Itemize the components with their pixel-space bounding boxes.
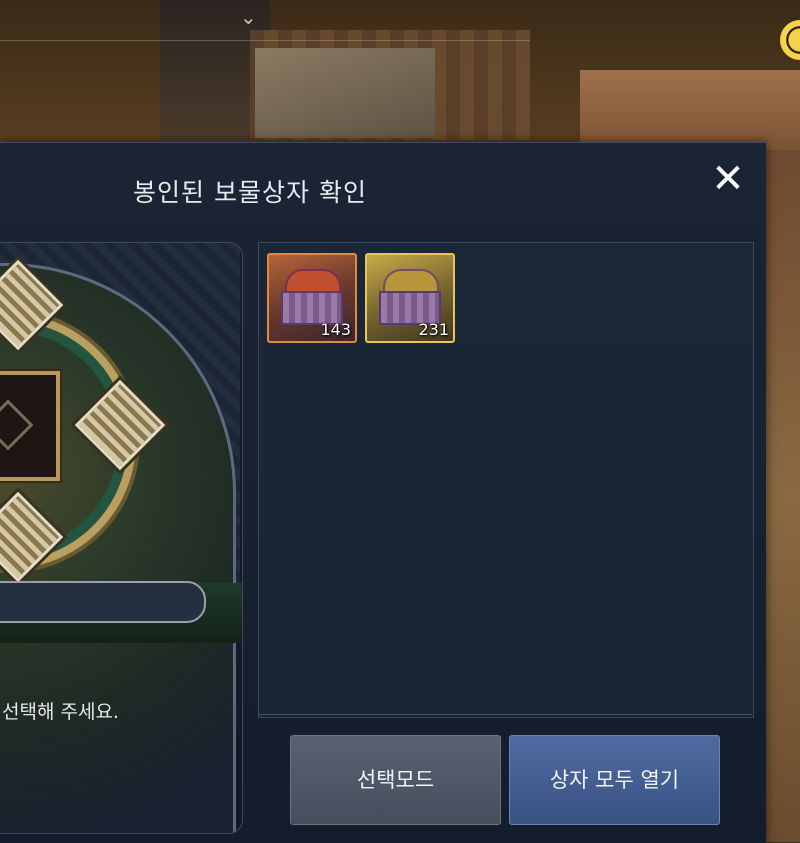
- chevron-down-icon[interactable]: ⌄: [240, 6, 262, 28]
- dialog-title: 봉인된 보물상자 확인: [133, 178, 367, 207]
- diamond-icon: [0, 399, 34, 451]
- open-all-chests-button[interactable]: 상자 모두 열기: [509, 735, 720, 825]
- close-icon[interactable]: ✕: [706, 157, 750, 201]
- item-count: 231: [418, 320, 449, 339]
- selected-item-slot[interactable]: [0, 371, 60, 481]
- button-divider: [258, 714, 752, 715]
- selection-panel: 선택해 주세요.: [0, 242, 243, 834]
- selection-hint: 선택해 주세요.: [2, 701, 119, 723]
- background-roof: [255, 48, 435, 138]
- background-ground: [760, 150, 800, 842]
- hud-top-line: [0, 40, 530, 41]
- select-mode-button[interactable]: 선택모드: [290, 735, 501, 825]
- chest-inventory-grid: 143 231: [258, 242, 754, 718]
- item-name-bar: [0, 581, 206, 623]
- gold-coin-icon[interactable]: [780, 20, 800, 60]
- gold-treasure-chest[interactable]: 231: [365, 253, 455, 343]
- item-count: 143: [320, 320, 351, 339]
- red-treasure-chest[interactable]: 143: [267, 253, 357, 343]
